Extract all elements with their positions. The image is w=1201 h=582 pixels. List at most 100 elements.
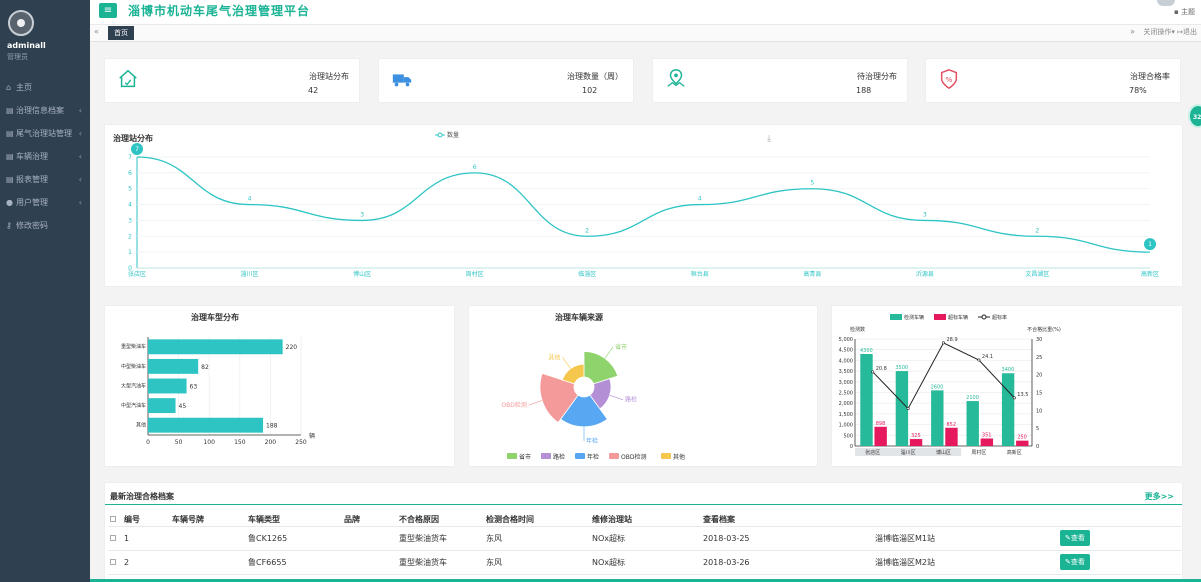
- y-tick-label: 3,500: [839, 369, 853, 375]
- x-tick-label: 淄川区: [241, 270, 259, 278]
- menu-toggle-button[interactable]: ≡: [99, 3, 117, 18]
- download-icon: ⤓: [767, 134, 771, 144]
- tab-scroll-right-icon[interactable]: »: [1130, 27, 1135, 36]
- divider: [105, 504, 1182, 505]
- close-ops-button[interactable]: 关闭操作: [1143, 28, 1171, 36]
- key-icon: ⚷: [6, 221, 12, 230]
- x-axis-unit: 辆: [309, 432, 315, 440]
- col-header[interactable]: 不合格原因: [397, 513, 484, 527]
- y-tick-label: 中型汽油车: [121, 402, 146, 409]
- sidebar-item-report[interactable]: ▤ 报表管理 ‹: [0, 168, 90, 191]
- tab-scroll-left-icon[interactable]: «: [94, 27, 99, 36]
- stat-value: 78%: [1129, 86, 1147, 95]
- col-header[interactable]: 维修治理站: [590, 513, 701, 527]
- avatar[interactable]: [8, 10, 34, 36]
- page-title: 淄博市机动车尾气治理管理平台: [128, 4, 311, 18]
- stat-card-pending[interactable]: 待治理分布 188: [652, 58, 908, 103]
- line-point: [977, 358, 981, 362]
- data-label: 325: [911, 433, 921, 439]
- bar: [148, 417, 264, 433]
- sidebar-item-label: 车辆治理: [16, 152, 48, 161]
- data-label: 2600: [931, 384, 944, 390]
- tab-operations[interactable]: 关闭操作▾ ↦退出: [1143, 27, 1197, 37]
- row-checkbox[interactable]: [110, 558, 116, 565]
- sidebar-item-station[interactable]: ▤ 尾气治理站管理 ‹: [0, 122, 90, 145]
- sidebar-item-archive[interactable]: ▤ 治理信息档案 ‹: [0, 99, 90, 122]
- bar: [966, 401, 979, 446]
- more-link[interactable]: 更多>>: [1145, 491, 1174, 502]
- legend-label: 路检: [553, 453, 565, 461]
- sidebar-item-label: 修改密码: [16, 221, 48, 230]
- sidebar-item-users[interactable]: ● 用户管理 ‹: [0, 191, 90, 214]
- sidebar-item-home[interactable]: ⌂ 主页: [0, 76, 90, 99]
- row-checkbox[interactable]: [110, 534, 116, 541]
- line-label: 13.5: [1017, 392, 1028, 398]
- table-row[interactable]: 1 鲁CK1265 重型柴油货车 东风 NOx超标 2018-03-25 淄博临…: [108, 526, 1181, 551]
- view-record-button[interactable]: ✎查看: [1060, 554, 1090, 570]
- col-header[interactable]: 车辆号牌: [170, 513, 246, 527]
- cell-no: 1: [122, 526, 170, 551]
- y-tick-label: 3: [128, 217, 132, 224]
- percent-shield-icon: %: [940, 69, 958, 90]
- legend-label: 年检: [587, 453, 599, 461]
- label-line: [609, 395, 624, 400]
- x-tick-label: 高青县: [803, 270, 821, 278]
- notification-badge[interactable]: 32: [1188, 104, 1201, 128]
- marker-label: 7: [135, 146, 139, 153]
- chevron-left-icon: ‹: [78, 129, 82, 138]
- y-tick-label: 大型汽油车: [121, 382, 146, 389]
- data-label: 2100: [966, 395, 979, 401]
- col-header[interactable]: 品牌: [342, 513, 397, 527]
- user-icon: ●: [6, 198, 13, 207]
- sidebar-item-password[interactable]: ⚷ 修改密码: [0, 214, 90, 237]
- legend-label: 数量: [447, 131, 459, 139]
- label-line: [562, 357, 571, 369]
- stat-card-pass-rate[interactable]: % 治理合格率 78%: [925, 58, 1181, 103]
- y-tick-label: 2: [128, 233, 132, 240]
- legend-label: 省市: [519, 453, 531, 461]
- theme-label: 主题: [1181, 8, 1195, 16]
- y-tick-label: 重型柴油车: [121, 343, 146, 350]
- y2-axis-label: 不合格比重(%): [1027, 326, 1061, 333]
- view-record-button[interactable]: ✎查看: [1060, 530, 1090, 546]
- col-header[interactable]: 查看档案: [701, 513, 873, 527]
- logout-button[interactable]: 退出: [1183, 28, 1197, 36]
- cell-station: 淄博临淄区M2站: [873, 550, 1058, 575]
- col-header[interactable]: 编号: [122, 513, 170, 527]
- x-tick-label: 张店区: [128, 270, 146, 278]
- line-label: 20.8: [876, 366, 887, 372]
- line-label: 28.9: [947, 337, 958, 343]
- x-tick-label: 周村区: [466, 270, 484, 278]
- tab-home[interactable]: 首页: [108, 26, 134, 40]
- hbar-chart: 治理车型分布 0 50 100 150 200 250辆 重型柴油车 220 中型柴油车 82 大型汽…: [121, 312, 315, 446]
- theme-button[interactable]: ▪ 主题: [1174, 7, 1195, 17]
- bar: [895, 371, 909, 446]
- legend-dot: [437, 132, 443, 138]
- view-label: 查看: [1070, 558, 1085, 566]
- sidebar-item-vehicle[interactable]: ▤ 车辆治理 ‹: [0, 145, 90, 168]
- sidebar: adminall 管理员 ⌂ 主页 ▤ 治理信息档案 ‹ ▤ 尾气治理站管理 ‹ ▤ 车辆治…: [0, 0, 90, 582]
- legend-label: 检测车辆: [904, 314, 924, 321]
- bar: [909, 439, 923, 446]
- y-tick-label: 5: [128, 186, 132, 193]
- stat-label: 治理站分布: [309, 72, 349, 81]
- bar: [860, 353, 873, 446]
- x-tick-label: 博山区: [936, 449, 951, 456]
- cell-date: 2018-03-25: [701, 526, 873, 551]
- line-point: [871, 370, 875, 374]
- theme-icon[interactable]: [1157, 0, 1175, 6]
- x-tick-label: 250: [295, 439, 307, 446]
- data-label: 3500: [895, 365, 908, 371]
- bar: [1016, 440, 1029, 446]
- sidebar-item-label: 用户管理: [16, 198, 48, 207]
- y2-tick-label: 0: [1036, 444, 1039, 450]
- stat-card-stations[interactable]: 治理站分布 42: [104, 58, 360, 103]
- select-all-checkbox[interactable]: [110, 515, 116, 522]
- col-header[interactable]: 车辆类型: [246, 513, 342, 527]
- stat-card-weekly[interactable]: 治理数量（周） 102: [378, 58, 634, 103]
- x-tick-label: 0: [146, 439, 150, 446]
- data-label: 3: [923, 211, 927, 218]
- col-header[interactable]: 检测合格时间: [484, 513, 590, 527]
- svg-text:%: %: [946, 75, 953, 84]
- table-row[interactable]: 2 鲁CF6655 重型柴油货车 东风 NOx超标 2018-03-26 淄博临…: [108, 550, 1181, 575]
